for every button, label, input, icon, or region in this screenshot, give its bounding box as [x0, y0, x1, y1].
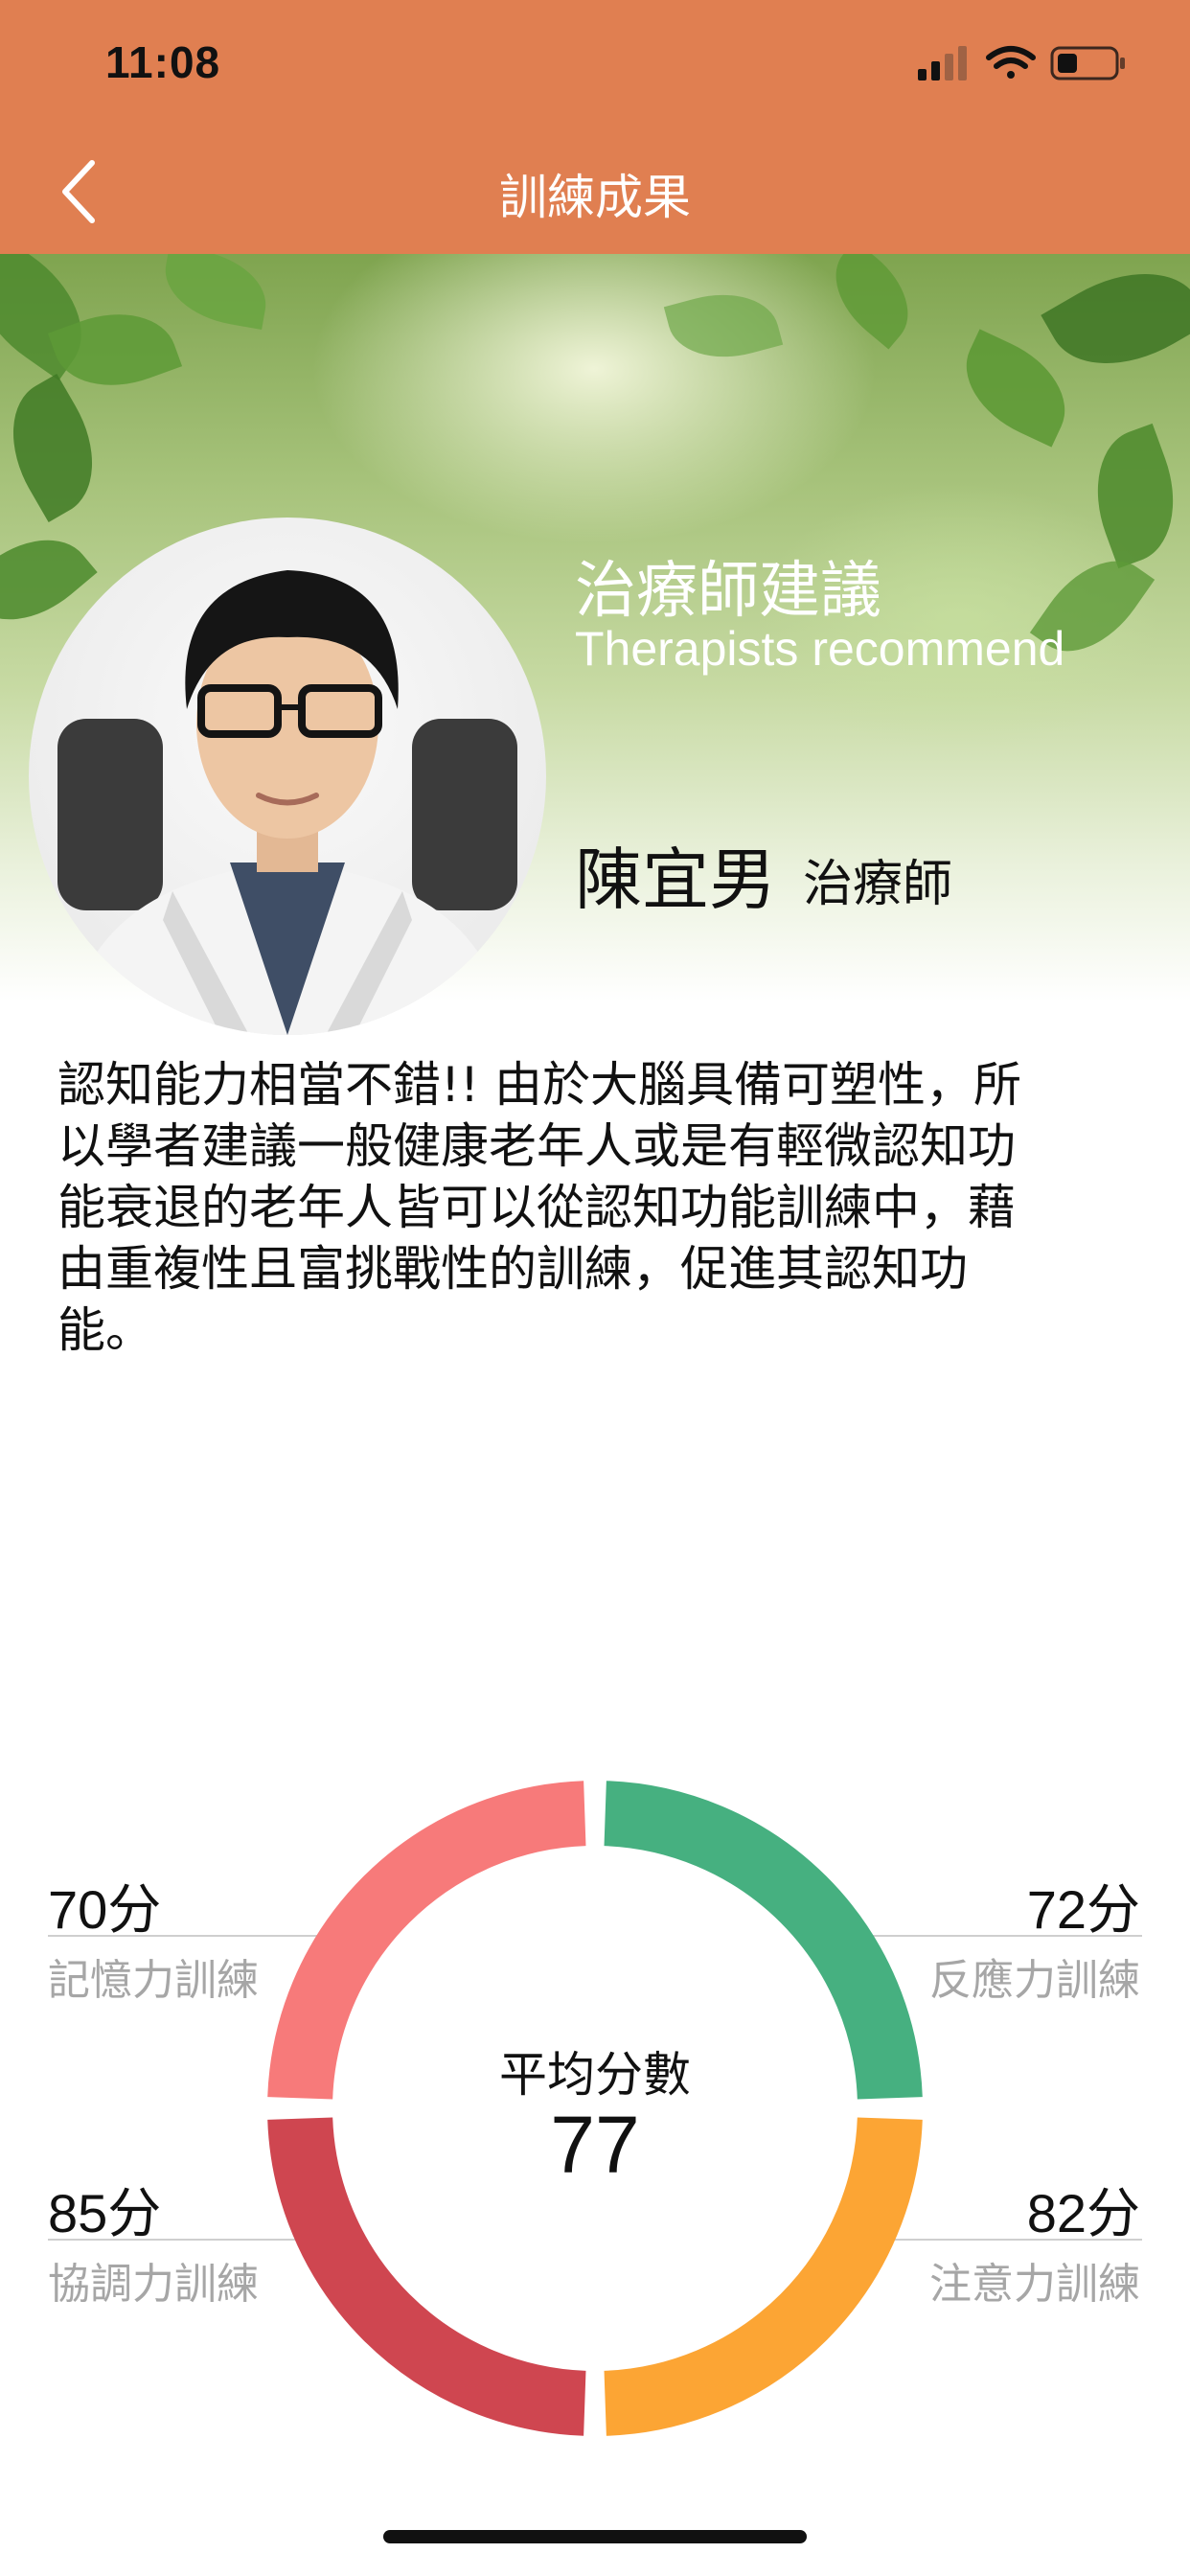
advice-line: 能。: [57, 1302, 153, 1358]
battery-icon: [1050, 46, 1125, 80]
advice-text: 認知能力相當不錯!! 由於大腦具備可塑性，所 以學者建議一般健康老年人或是有輕微…: [57, 1054, 1140, 1361]
coordination-label: 協調力訓練: [48, 2260, 259, 2309]
app-header: 11:08 訓練成果: [0, 0, 1190, 254]
reaction-score: 72分: [1026, 1879, 1140, 1940]
average-score-label: 平均分數: [499, 2047, 691, 2103]
wifi-icon: [986, 46, 1036, 79]
average-score-value: 77: [550, 2100, 640, 2190]
therapist-role: 治療師: [803, 856, 953, 913]
therapist-portrait: [57, 570, 517, 1035]
home-indicator: [383, 2530, 807, 2543]
leaf-decoration: [1075, 423, 1190, 569]
page-title: 訓練成果: [499, 170, 691, 225]
advice-line: 由重複性且富挑戰性的訓練，促進其認知功: [57, 1241, 968, 1297]
memory-label: 記憶力訓練: [48, 1956, 259, 2005]
leaf-decoration: [663, 279, 784, 373]
cellular-signal-icon: [918, 46, 967, 80]
reaction-label: 反應力訓練: [929, 1956, 1140, 2005]
status-time: 11:08: [105, 37, 221, 87]
therapist-name: 陳宜男: [575, 840, 776, 919]
advice-line: 能衰退的老年人皆可以從認知功能訓練中，藉: [57, 1180, 1016, 1235]
recommend-title: 治療師建議: [575, 556, 881, 627]
therapist-avatar: [29, 518, 546, 1035]
attention-label: 注意力訓練: [929, 2260, 1140, 2309]
advice-line: 認知能力相當不錯!! 由於大腦具備可塑性，所: [57, 1057, 1021, 1113]
advice-line: 以學者建議一般健康老年人或是有輕微認知功: [57, 1118, 1016, 1174]
recommend-subtitle: Therapists recommend: [575, 622, 1065, 676]
leaf-decoration: [0, 373, 120, 523]
leaf-decoration: [814, 254, 929, 350]
leaf-decoration: [157, 254, 274, 331]
status-icons: [918, 46, 1125, 80]
leaf-decoration: [1041, 254, 1190, 395]
memory-score: 70分: [48, 1879, 162, 1940]
